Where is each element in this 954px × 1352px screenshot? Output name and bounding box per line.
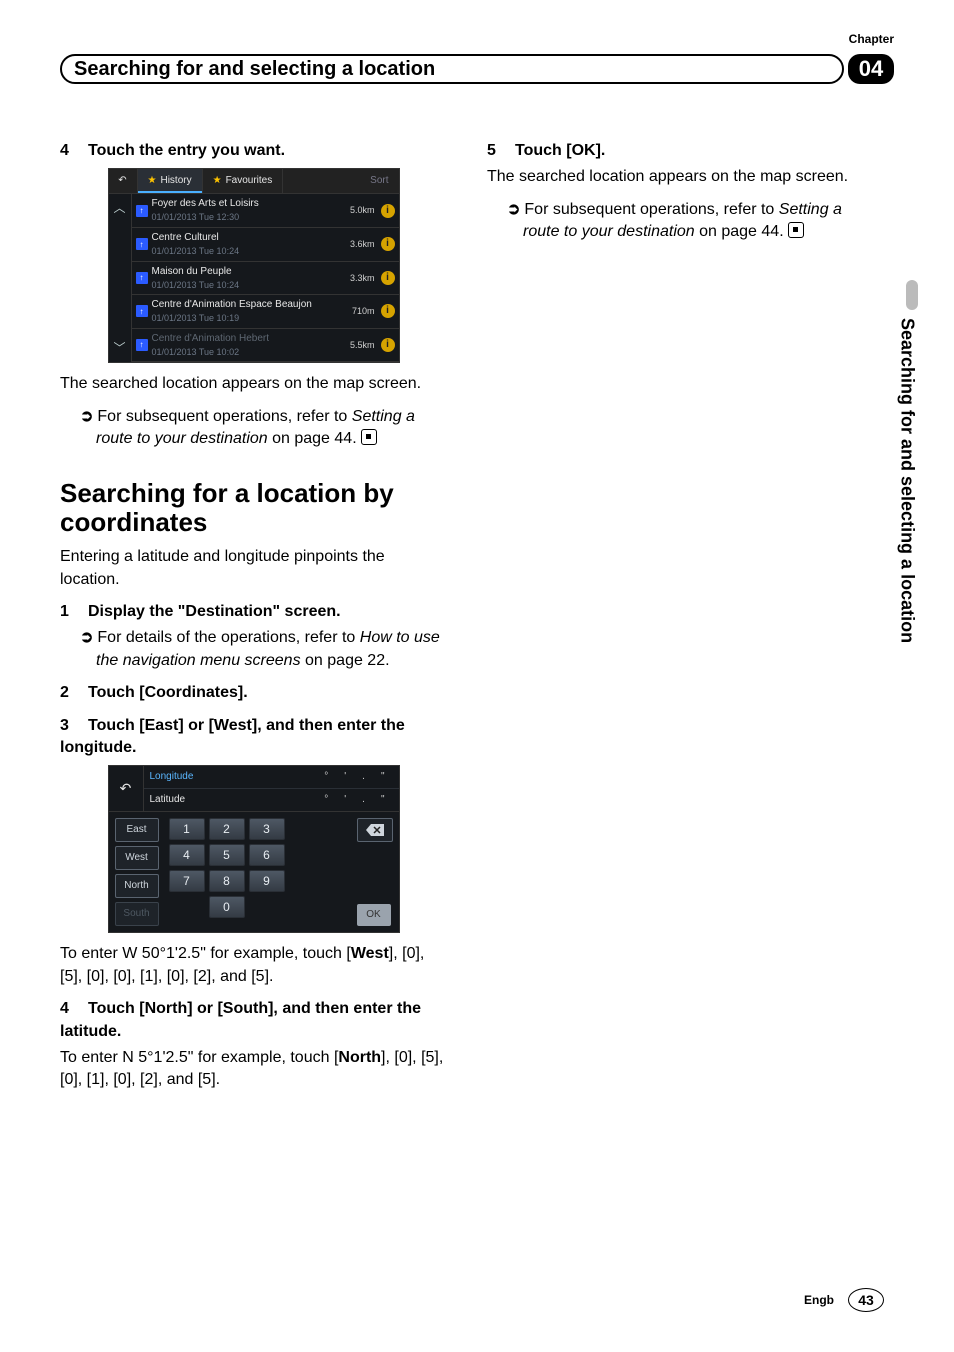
- backspace-icon[interactable]: [357, 818, 393, 842]
- star-icon: ★: [148, 174, 157, 188]
- north-button[interactable]: North: [115, 874, 159, 898]
- scroll-up-icon[interactable]: ︿: [113, 200, 125, 217]
- numpad: 1 2 3 4 5 6 7 8 9 0: [169, 818, 285, 926]
- page-title: Searching for and selecting a location: [60, 54, 844, 84]
- key-9[interactable]: 9: [249, 870, 285, 892]
- side-tab: Searching for and selecting a location: [896, 280, 924, 820]
- cross-reference: ➲For details of the operations, refer to…: [60, 627, 447, 672]
- west-button[interactable]: West: [115, 846, 159, 870]
- list-item[interactable]: ↑ Centre d'Animation Hebert01/01/2013 Tu…: [132, 329, 399, 363]
- side-tab-text: Searching for and selecting a location: [896, 318, 918, 643]
- body-text: To enter N 5°1'2.5" for example, touch […: [60, 1047, 447, 1092]
- right-column: 5Touch [OK]. The searched location appea…: [487, 130, 874, 1272]
- step-5-head: 5Touch [OK].: [487, 140, 874, 162]
- left-column: 4Touch the entry you want. ↶ ★History ★F…: [60, 130, 447, 1272]
- tab-history[interactable]: ★History: [138, 169, 203, 193]
- coordinate-screenshot: ↶ Longitude °'." Latitude °'.": [108, 765, 400, 933]
- body-text: Entering a latitude and longitude pinpoi…: [60, 546, 447, 591]
- key-4[interactable]: 4: [169, 844, 205, 866]
- language-label: Engb: [804, 1293, 834, 1307]
- pin-icon: ↑: [136, 305, 148, 317]
- page-footer: Engb 43: [804, 1288, 884, 1312]
- sort-button[interactable]: Sort: [360, 174, 398, 188]
- history-screenshot: ↶ ★History ★Favourites Sort ︿ ﹀ ↑ Foyer …: [108, 168, 400, 363]
- pin-icon: ↑: [136, 339, 148, 351]
- back-icon[interactable]: ↶: [109, 766, 144, 811]
- key-6[interactable]: 6: [249, 844, 285, 866]
- key-3[interactable]: 3: [249, 818, 285, 840]
- list-item[interactable]: ↑ Centre Culturel01/01/2013 Tue 10:24 3.…: [132, 228, 399, 262]
- list-item[interactable]: ↑ Foyer des Arts et Loisirs01/01/2013 Tu…: [132, 194, 399, 228]
- section-heading: Searching for a location by coordinates: [60, 479, 447, 539]
- key-8[interactable]: 8: [209, 870, 245, 892]
- step-1-head: 1Display the "Destination" screen.: [60, 601, 447, 623]
- pin-icon: ↑: [136, 205, 148, 217]
- south-button[interactable]: South: [115, 902, 159, 926]
- info-icon[interactable]: i: [381, 237, 395, 251]
- step-2-head: 2Touch [Coordinates].: [60, 682, 447, 704]
- end-mark-icon: [788, 222, 804, 238]
- longitude-field[interactable]: Longitude °'.": [144, 766, 399, 789]
- info-icon[interactable]: i: [381, 271, 395, 285]
- pin-icon: ↑: [136, 238, 148, 250]
- arrow-icon: ➲: [80, 408, 93, 425]
- tab-favourites[interactable]: ★Favourites: [203, 169, 284, 193]
- back-icon[interactable]: ↶: [109, 169, 138, 193]
- chapter-number-box: 04: [848, 54, 894, 84]
- history-rows: ↑ Foyer des Arts et Loisirs01/01/2013 Tu…: [131, 194, 399, 362]
- page-number: 43: [848, 1288, 884, 1312]
- info-icon[interactable]: i: [381, 204, 395, 218]
- info-icon[interactable]: i: [381, 338, 395, 352]
- end-mark-icon: [361, 429, 377, 445]
- cross-reference: ➲For subsequent operations, refer to Set…: [487, 199, 874, 244]
- info-icon[interactable]: i: [381, 304, 395, 318]
- key-5[interactable]: 5: [209, 844, 245, 866]
- list-item[interactable]: ↑ Centre d'Animation Espace Beaujon01/01…: [132, 295, 399, 329]
- cross-reference: ➲For subsequent operations, refer to Set…: [60, 406, 447, 451]
- key-1[interactable]: 1: [169, 818, 205, 840]
- step-4-head: 4Touch the entry you want.: [60, 140, 447, 162]
- scroll-down-icon[interactable]: ﹀: [113, 340, 125, 357]
- arrow-icon: ➲: [80, 629, 93, 646]
- document-page: Chapter 04 Searching for and selecting a…: [0, 0, 954, 1352]
- pin-icon: ↑: [136, 272, 148, 284]
- list-item[interactable]: ↑ Maison du Peuple01/01/2013 Tue 10:24 3…: [132, 262, 399, 296]
- arrow-icon: ➲: [507, 201, 520, 218]
- tab-marker: [906, 280, 918, 310]
- key-0[interactable]: 0: [209, 896, 245, 918]
- star-icon: ★: [213, 174, 222, 188]
- key-7[interactable]: 7: [169, 870, 205, 892]
- latitude-field[interactable]: Latitude °'.": [144, 789, 399, 811]
- step-3-head: 3Touch [East] or [West], and then enter …: [60, 715, 447, 760]
- step-4b-head: 4Touch [North] or [South], and then ente…: [60, 998, 447, 1043]
- body-text: The searched location appears on the map…: [487, 166, 874, 188]
- chapter-label: Chapter: [849, 32, 894, 46]
- body-text: To enter W 50°1'2.5" for example, touch …: [60, 943, 447, 988]
- key-2[interactable]: 2: [209, 818, 245, 840]
- east-button[interactable]: East: [115, 818, 159, 842]
- ok-button[interactable]: OK: [357, 904, 391, 926]
- body-text: The searched location appears on the map…: [60, 373, 447, 395]
